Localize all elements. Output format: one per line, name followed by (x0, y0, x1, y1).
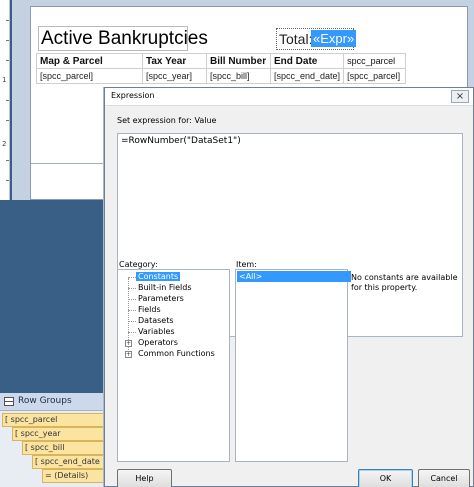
cell-spcc-end-date[interactable]: [spcc_end_date] (269, 68, 345, 84)
row-groups-header: Row Groups (0, 393, 111, 411)
report-table[interactable]: Map & Parcel Tax Year Bill Number End Da… (36, 53, 407, 84)
category-built-in-fields[interactable]: Built-in Fields (138, 283, 192, 292)
expand-common-functions-icon[interactable]: + (125, 351, 132, 358)
report-title-textbox[interactable]: Active Bankruptcies (38, 26, 208, 51)
item-label: Item: (236, 260, 257, 269)
total-label: Total: (279, 31, 313, 47)
expression-dialog: Expression × Set expression for: Value =… (104, 87, 474, 487)
category-constants[interactable]: Constants (136, 272, 181, 281)
set-expression-label: Set expression for: Value (117, 116, 217, 125)
ok-button[interactable]: OK (358, 469, 413, 487)
row-group-spcc-parcel[interactable]: [ spcc_parcel (2, 413, 109, 427)
vertical-ruler: 1 2 (0, 0, 10, 200)
row-group-spcc-year[interactable]: [ spcc_year (12, 427, 109, 441)
ruler-number: 1 (2, 76, 7, 84)
category-fields[interactable]: Fields (138, 305, 161, 314)
row-groups-title: Row Groups (18, 396, 72, 406)
column-header-tax-year[interactable]: Tax Year (142, 53, 207, 69)
column-header-bill-number[interactable]: Bill Number (206, 53, 271, 69)
row-group-spcc-end-date[interactable]: [ spcc_end_date (32, 455, 109, 469)
help-button[interactable]: Help (117, 469, 172, 487)
cancel-button[interactable]: Cancel (418, 469, 470, 487)
dialog-title: Expression (111, 91, 155, 100)
category-parameters[interactable]: Parameters (138, 294, 184, 303)
category-operators[interactable]: Operators (138, 338, 178, 347)
row-groups-panel: Row Groups [ spcc_parcel [ spcc_year [ s… (0, 393, 111, 487)
row-groups-icon (4, 397, 14, 406)
column-header-spcc-parcel[interactable]: spcc_parcel (343, 53, 407, 69)
row-group-spcc-bill[interactable]: [ spcc_bill (22, 441, 109, 455)
category-tree[interactable]: Constants Built-in Fields Parameters Fie… (117, 269, 230, 462)
column-header-map-parcel[interactable]: Map & Parcel (36, 53, 143, 69)
category-variables[interactable]: Variables (138, 327, 175, 336)
category-datasets[interactable]: Datasets (138, 316, 174, 325)
row-group-details[interactable]: = (Details) (42, 469, 109, 483)
total-textbox[interactable]: Total: «Expr» (276, 28, 357, 50)
ruler-number: 2 (2, 140, 7, 148)
cell-spcc-bill[interactable]: [spcc_bill] (206, 68, 271, 84)
report-title: Active Bankruptcies (41, 28, 208, 49)
category-label: Category: (119, 260, 158, 269)
cell-spcc-parcel[interactable]: [spcc_parcel] (36, 68, 143, 84)
item-description: No constants are available for this prop… (351, 273, 458, 292)
close-icon[interactable]: × (451, 90, 469, 103)
item-list[interactable]: <All> (235, 269, 351, 462)
cell-spcc-year[interactable]: [spcc_year] (142, 68, 207, 84)
cell-spcc-parcel-2[interactable]: [spcc_parcel] (343, 68, 407, 84)
expand-operators-icon[interactable]: + (125, 340, 132, 347)
category-common-functions[interactable]: Common Functions (138, 349, 215, 358)
expr-placeholder[interactable]: «Expr» (311, 30, 357, 47)
item-all[interactable]: <All> (237, 271, 351, 282)
dialog-titlebar[interactable]: Expression × (105, 88, 473, 106)
column-header-end-date[interactable]: End Date (269, 53, 345, 69)
